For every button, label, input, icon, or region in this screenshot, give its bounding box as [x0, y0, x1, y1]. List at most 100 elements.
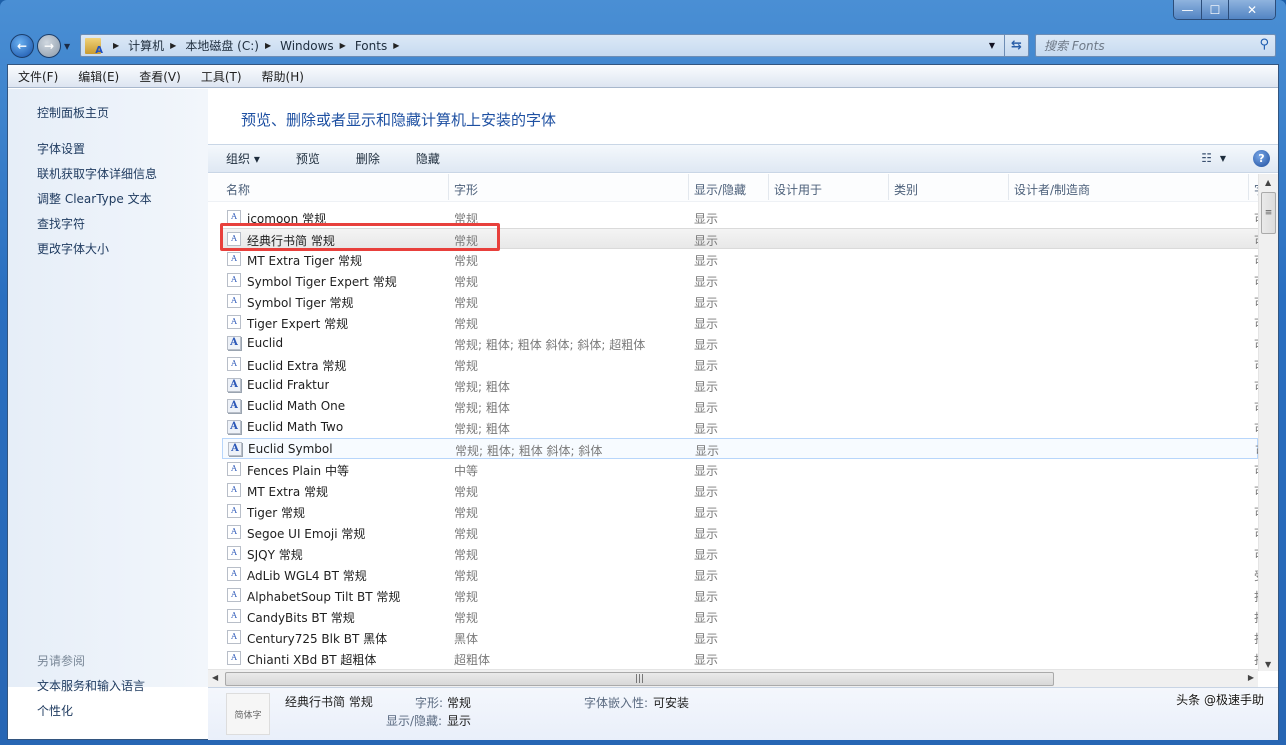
font-file-icon: A [227, 252, 241, 266]
font-name: MT Extra 常规 [247, 485, 328, 499]
menu-view[interactable]: 查看(V) [129, 68, 191, 85]
font-style: 常规 [454, 611, 479, 625]
column-style[interactable]: 字形 [454, 181, 478, 198]
recent-pages-dropdown[interactable]: ▼ [64, 42, 70, 51]
close-button[interactable]: ✕ [1228, 0, 1275, 19]
sidebar-find-character[interactable]: 查找字符 [37, 215, 85, 232]
column-name[interactable]: 名称 [226, 181, 250, 198]
font-name: Symbol Tiger 常规 [247, 296, 354, 310]
menu-help[interactable]: 帮助(H) [252, 68, 314, 85]
font-row[interactable]: A Chianti XBd BT 超粗体 超粗体 显示 打 [222, 648, 1258, 669]
font-visibility: 显示 [694, 527, 719, 541]
font-row[interactable]: A CandyBits BT 常规 常规 显示 打 [222, 606, 1258, 627]
font-row[interactable]: A AdLib WGL4 BT 常规 常规 显示 受 [222, 564, 1258, 585]
font-file-icon: A [227, 630, 241, 644]
hide-button[interactable]: 隐藏 [416, 150, 440, 167]
forward-button[interactable]: → [37, 34, 61, 58]
breadcrumb-local-disk[interactable]: 本地磁盘 (C:) [185, 37, 259, 54]
vertical-scroll-thumb[interactable]: ≡ [1261, 192, 1276, 234]
column-designer[interactable]: 设计者/制造商 [1014, 181, 1090, 198]
breadcrumb-computer[interactable]: 计算机 [128, 37, 164, 54]
chevron-right-icon[interactable]: ▶ [265, 41, 271, 50]
font-visibility: 显示 [694, 338, 719, 352]
font-family-icon: A [227, 399, 241, 413]
horizontal-scroll-thumb[interactable]: ||| [225, 672, 1054, 686]
menu-tools[interactable]: 工具(T) [191, 68, 252, 85]
chevron-right-icon[interactable]: ▶ [340, 41, 346, 50]
font-row[interactable]: A Euclid Symbol 常规; 粗体; 粗体 斜体; 斜体 显示 可 [222, 438, 1258, 459]
delete-button[interactable]: 删除 [356, 150, 380, 167]
font-row[interactable]: A Symbol Tiger 常规 常规 显示 可 [222, 291, 1258, 312]
search-icon[interactable]: ⚲ [1259, 37, 1269, 52]
font-file-icon: A [227, 462, 241, 476]
font-row[interactable]: A MT Extra 常规 常规 显示 可 [222, 480, 1258, 501]
selection-highlight-box [220, 223, 500, 251]
column-category[interactable]: 类别 [894, 181, 918, 198]
menu-edit[interactable]: 编辑(E) [68, 68, 129, 85]
font-row[interactable]: A SJQY 常规 常规 显示 可 [222, 543, 1258, 564]
column-visibility[interactable]: 显示/隐藏 [694, 181, 746, 198]
refresh-icon[interactable]: ⇆ [1004, 35, 1028, 56]
sidebar: 控制面板主页 字体设置 联机获取字体详细信息 调整 ClearType 文本 查… [8, 89, 208, 718]
fonts-folder-icon [85, 37, 103, 56]
font-style: 常规 [454, 548, 479, 562]
horizontal-scrollbar[interactable]: ◀ ||| ▶ [208, 669, 1258, 687]
minimize-button[interactable]: — [1174, 0, 1201, 19]
vertical-scrollbar[interactable]: ▲ ≡ ▼ [1258, 174, 1278, 671]
font-file-icon: A [227, 210, 241, 224]
details-style-value: 常规 [447, 696, 472, 710]
chevron-right-icon[interactable]: ▶ [393, 41, 399, 50]
preview-button[interactable]: 预览 [296, 150, 320, 167]
sidebar-font-settings[interactable]: 字体设置 [37, 140, 85, 157]
sidebar-personalization[interactable]: 个性化 [37, 702, 73, 719]
font-row[interactable]: A Tiger Expert 常规 常规 显示 可 [222, 312, 1258, 333]
font-style: 常规; 粗体; 粗体 斜体; 斜体 [455, 444, 603, 458]
font-row[interactable]: A AlphabetSoup Tilt BT 常规 常规 显示 打 [222, 585, 1258, 606]
sidebar-get-font-info-online[interactable]: 联机获取字体详细信息 [37, 165, 157, 182]
font-visibility: 显示 [694, 380, 719, 394]
search-input[interactable]: 搜索 Fonts ⚲ [1035, 34, 1276, 57]
font-name: Fences Plain 中等 [247, 464, 349, 478]
breadcrumb-windows[interactable]: Windows [280, 39, 334, 53]
font-name: AdLib WGL4 BT 常规 [247, 569, 367, 583]
font-row[interactable]: A Fences Plain 中等 中等 显示 可 [222, 459, 1258, 480]
chevron-right-icon[interactable]: ▶ [113, 41, 119, 50]
font-row[interactable]: A Century725 Blk BT 黑体 黑体 显示 打 [222, 627, 1258, 648]
font-family-icon: A [227, 378, 241, 392]
address-dropdown-icon[interactable]: ▼ [985, 35, 999, 56]
font-name: Euclid Symbol [248, 442, 333, 456]
sidebar-text-services[interactable]: 文本服务和输入语言 [37, 677, 145, 694]
font-visibility: 显示 [694, 422, 719, 436]
sidebar-change-font-size[interactable]: 更改字体大小 [37, 240, 109, 257]
address-bar[interactable]: ▶ 计算机 ▶ 本地磁盘 (C:) ▶ Windows ▶ Fonts ▶ ▼ … [80, 34, 1029, 57]
menu-file[interactable]: 文件(F) [8, 68, 68, 85]
font-row[interactable]: A Segoe UI Emoji 常规 常规 显示 可 [222, 522, 1258, 543]
chevron-right-icon[interactable]: ▶ [170, 41, 176, 50]
view-details-icon[interactable]: ☷ [1201, 151, 1212, 165]
organize-button[interactable]: 组织 ▾ [226, 150, 260, 167]
font-style: 常规; 粗体 [454, 401, 510, 415]
font-row[interactable]: A Euclid 常规; 粗体; 粗体 斜体; 斜体; 超粗体 显示 可 [222, 333, 1258, 354]
font-name: Tiger 常规 [247, 506, 306, 520]
font-name: Century725 Blk BT 黑体 [247, 632, 388, 646]
font-row[interactable]: A Euclid Fraktur 常规; 粗体 显示 可 [222, 375, 1258, 396]
breadcrumb-fonts[interactable]: Fonts [355, 39, 387, 53]
view-dropdown-icon[interactable]: ▼ [1220, 154, 1226, 163]
sidebar-adjust-cleartype[interactable]: 调整 ClearType 文本 [37, 190, 152, 207]
font-style: 常规 [454, 569, 479, 583]
font-row[interactable]: A Euclid Extra 常规 常规 显示 可 [222, 354, 1258, 375]
see-also-heading: 另请参阅 [37, 654, 86, 668]
explorer-frame: 文件(F) 编辑(E) 查看(V) 工具(T) 帮助(H) 控制面板主页 字体设… [7, 64, 1279, 740]
font-row[interactable]: A Tiger 常规 常规 显示 可 [222, 501, 1258, 522]
font-row[interactable]: A Symbol Tiger Expert 常规 常规 显示 可 [222, 270, 1258, 291]
column-designed-for[interactable]: 设计用于 [774, 181, 822, 198]
font-row[interactable]: A MT Extra Tiger 常规 常规 显示 可 [222, 249, 1258, 270]
font-row[interactable]: A Euclid Math One 常规; 粗体 显示 可 [222, 396, 1258, 417]
maximize-button[interactable]: ☐ [1201, 0, 1228, 19]
back-button[interactable]: ← [10, 34, 34, 58]
sidebar-control-panel-home[interactable]: 控制面板主页 [37, 104, 109, 121]
font-row[interactable]: A Euclid Math Two 常规; 粗体 显示 可 [222, 417, 1258, 438]
help-icon[interactable]: ? [1253, 150, 1270, 167]
font-style: 常规 [454, 254, 479, 268]
font-file-icon: A [227, 357, 241, 371]
